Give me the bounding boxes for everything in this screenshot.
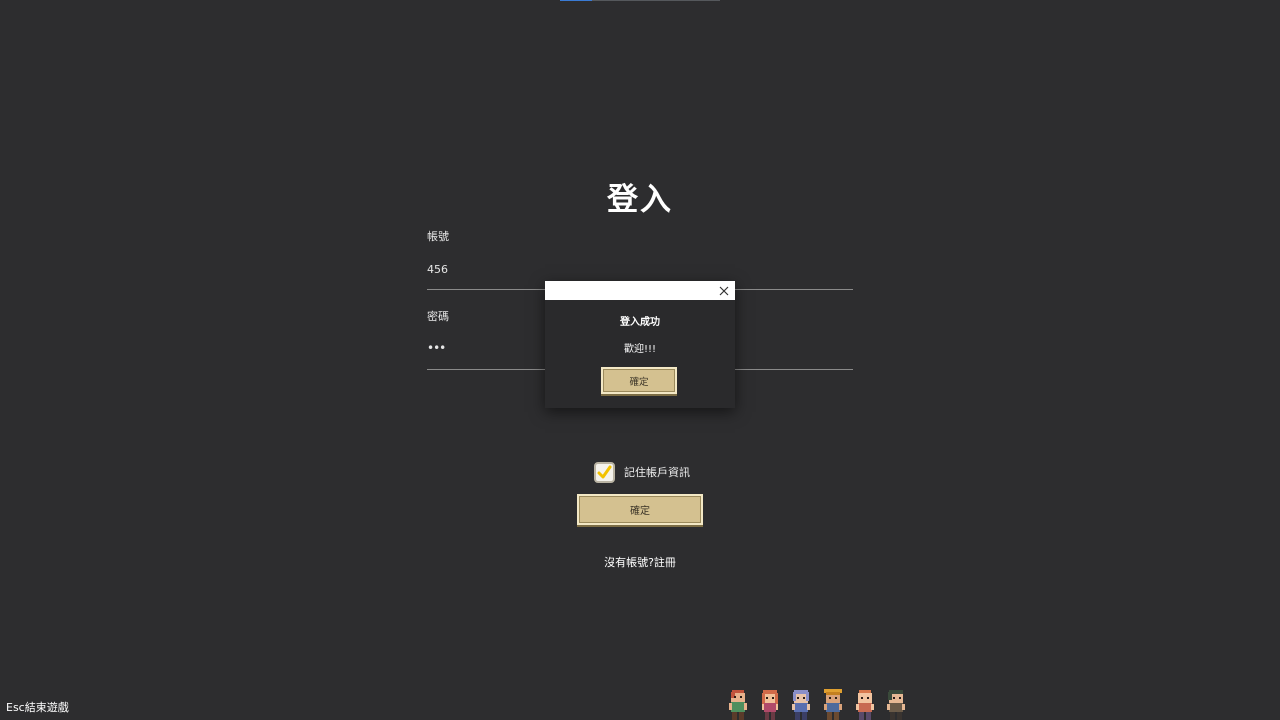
dialog-title: 登入成功 xyxy=(620,317,660,328)
dialog-confirm-label: 確定 xyxy=(629,376,649,388)
login-success-dialog: 登入成功 歡迎!!! 確定 xyxy=(545,281,735,408)
account-label: 帳號 xyxy=(427,230,449,243)
password-label: 密碼 xyxy=(427,310,449,323)
remember-account-row[interactable]: 記住帳戶資訊 xyxy=(594,459,690,485)
pixel-character-4 xyxy=(824,689,842,720)
character-sprites xyxy=(722,688,912,720)
login-confirm-label: 確定 xyxy=(630,506,650,517)
login-screen: 登入 帳號 456 密碼 ••• 記住帳戶資訊 確定 沒有帳號?註冊 Esc結束… xyxy=(0,0,1280,720)
dialog-message: 歡迎!!! xyxy=(623,344,657,355)
page-title: 登入 xyxy=(607,182,673,218)
close-icon xyxy=(719,286,728,295)
register-link-text[interactable]: 沒有帳號?註冊 xyxy=(604,556,676,569)
dialog-confirm-button[interactable]: 確定 xyxy=(601,367,677,394)
check-icon xyxy=(597,465,612,478)
pixel-character-3 xyxy=(792,690,810,720)
dialog-close-button[interactable] xyxy=(716,283,731,298)
pixel-character-6 xyxy=(887,690,905,720)
pixel-character-2 xyxy=(762,690,778,720)
remember-checkbox[interactable] xyxy=(594,461,615,483)
account-input[interactable]: 456 xyxy=(427,263,448,276)
password-input[interactable]: ••• xyxy=(427,341,446,355)
pixel-character-1 xyxy=(729,690,747,720)
top-progress-bar xyxy=(560,0,720,1)
top-progress-accent xyxy=(560,0,592,1)
remember-label: 記住帳戶資訊 xyxy=(624,466,690,479)
dialog-header xyxy=(545,281,735,300)
esc-exit-hint: Esc結束遊戲 xyxy=(6,701,69,714)
register-link[interactable]: 沒有帳號?註冊 xyxy=(0,554,1280,570)
login-confirm-button[interactable]: 確定 xyxy=(577,494,703,525)
pixel-character-5 xyxy=(856,690,874,720)
